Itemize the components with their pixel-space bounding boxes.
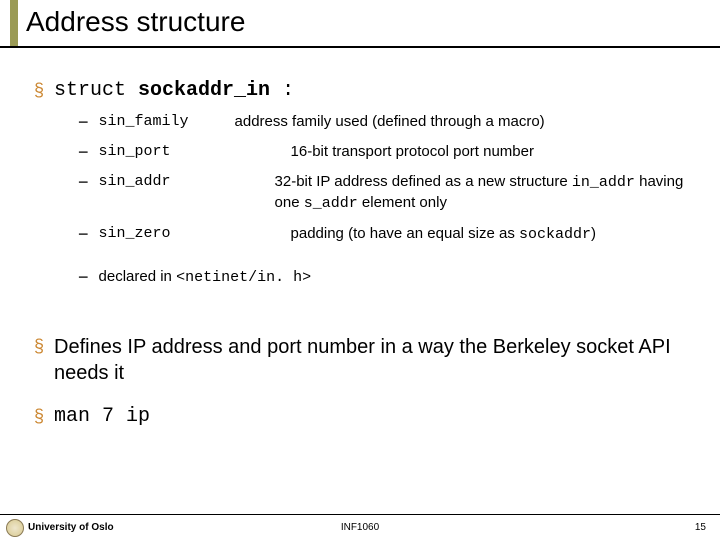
field-desc: address family used (defined through a m… (235, 112, 700, 132)
desc-part: element only (358, 194, 447, 211)
footer-center: INF1060 (341, 522, 379, 533)
dash-icon: − (78, 142, 89, 162)
slide-title: Address structure (26, 6, 720, 38)
bullet-text: Defines IP address and port number in a … (54, 334, 700, 386)
field-row: − sin_addr 32-bit IP address defined as … (78, 172, 700, 214)
field-row: − sin_family address family used (define… (78, 112, 700, 132)
bullet-text: man 7 ip (54, 404, 150, 430)
field-name: sin_family (99, 112, 235, 132)
field-desc: padding (to have an equal size as sockad… (235, 224, 700, 245)
footer: University of Oslo INF1060 15 (0, 514, 720, 540)
field-name: sin_addr (99, 172, 235, 192)
dash-icon: − (78, 267, 89, 287)
footer-left: University of Oslo (28, 522, 114, 533)
title-bar: Address structure (0, 0, 720, 48)
field-desc: 32-bit IP address defined as a new struc… (235, 172, 700, 214)
title-accent (10, 0, 18, 46)
desc-part: padding (to have an equal size as (291, 225, 520, 242)
bullet-defines: § Defines IP address and port number in … (34, 334, 700, 386)
struct-fields: − sin_family address family used (define… (78, 112, 700, 288)
field-row: − sin_zero padding (to have an equal siz… (78, 224, 700, 245)
field-name: sin_zero (99, 224, 235, 244)
dash-icon: − (78, 224, 89, 244)
field-desc: 16-bit transport protocol port number (235, 142, 700, 162)
desc-part: 32-bit IP address defined as a new struc… (275, 173, 572, 190)
desc-code: s_addr (304, 195, 358, 212)
declared-row: − declared in <netinet/in. h> (78, 267, 700, 288)
declared-code: <netinet/in. h> (176, 269, 311, 286)
struct-suffix: : (270, 79, 294, 102)
desc-code: in_addr (572, 174, 635, 191)
field-name: sin_port (99, 142, 235, 162)
bullet-icon: § (34, 78, 44, 102)
bullet-icon: § (34, 404, 44, 428)
declared-text: declared in <netinet/in. h> (99, 267, 700, 288)
field-row: − sin_port 16-bit transport protocol por… (78, 142, 700, 162)
dash-icon: − (78, 172, 89, 192)
struct-name: sockaddr_in (138, 79, 270, 102)
slide-content: § struct sockaddr_in : − sin_family addr… (0, 48, 720, 430)
footer-page-number: 15 (695, 522, 706, 533)
bullet-struct: § struct sockaddr_in : (34, 78, 700, 104)
struct-prefix: struct (54, 79, 138, 102)
bullet-icon: § (34, 334, 44, 358)
declared-prefix: declared in (99, 268, 177, 285)
bullet-text: struct sockaddr_in : (54, 78, 294, 104)
bullet-man: § man 7 ip (34, 404, 700, 430)
dash-icon: − (78, 112, 89, 132)
desc-part: ) (591, 225, 596, 242)
desc-code: sockaddr (519, 226, 591, 243)
